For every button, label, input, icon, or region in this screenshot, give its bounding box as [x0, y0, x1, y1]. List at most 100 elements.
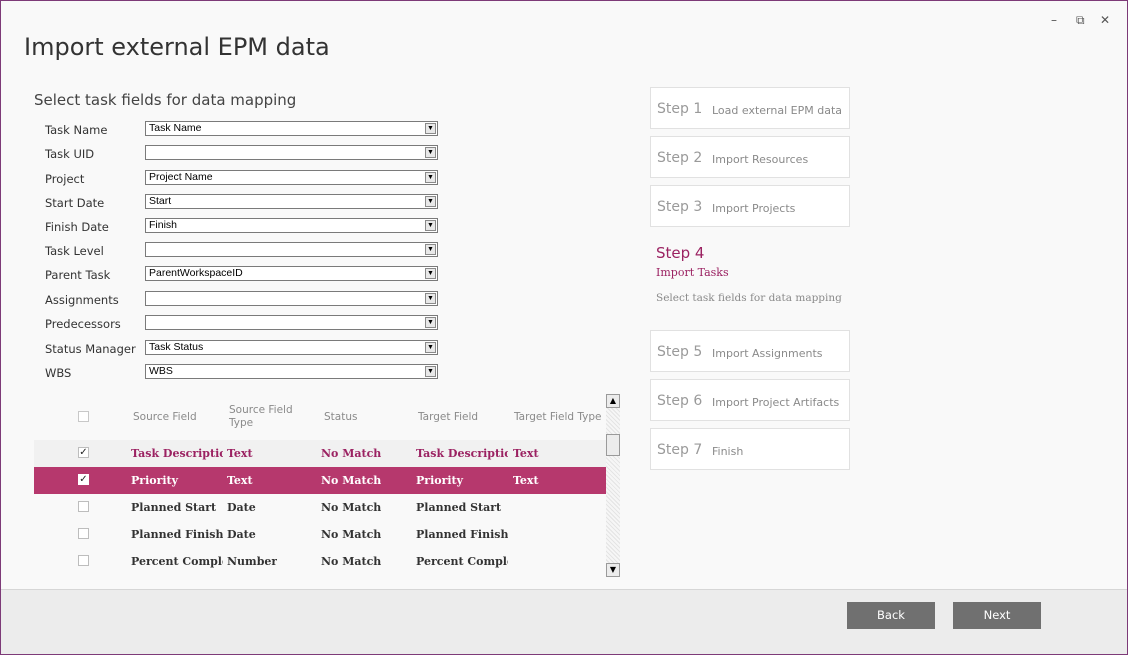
dropdown-arrow-icon[interactable]: ▼: [425, 342, 436, 353]
step-description: Select task fields for data mapping: [656, 292, 842, 304]
select-value: WBS: [149, 365, 173, 377]
row-checkbox[interactable]: ✓: [78, 447, 89, 458]
select-value: Start: [149, 195, 172, 207]
grid-scrollbar[interactable]: ▲ ▼: [606, 394, 620, 577]
finish-date-select[interactable]: Finish ▼: [145, 218, 438, 233]
table-row[interactable]: ✓ Priority Text No Match Priority Text: [34, 467, 606, 494]
select-value: Task Status: [149, 341, 204, 353]
step-number: Step 2: [657, 150, 703, 166]
table-row[interactable]: Percent Comple... Number No Match Percen…: [34, 548, 606, 574]
table-row[interactable]: Planned Finish Date No Match Planned Fin…: [34, 521, 606, 548]
header-source-field: Source Field: [133, 411, 197, 423]
predecessors-select[interactable]: ▼: [145, 315, 438, 330]
field-mapping-grid: Source Field Source Field Type Status Ta…: [34, 394, 606, 574]
row-checkbox[interactable]: [78, 501, 89, 512]
step-number: Step 5: [657, 344, 703, 360]
step-name: Import Project Artifacts: [712, 396, 840, 409]
field-label: Status Manager: [45, 342, 136, 356]
task-level-select[interactable]: ▼: [145, 242, 438, 257]
next-button[interactable]: Next: [953, 602, 1041, 629]
cell-type: Number: [227, 555, 278, 568]
cell-type: Text: [227, 447, 253, 460]
field-label: Task UID: [45, 147, 95, 161]
dropdown-arrow-icon[interactable]: ▼: [425, 268, 436, 279]
cell-target: Planned Finish: [416, 528, 508, 541]
dropdown-arrow-icon[interactable]: ▼: [425, 293, 436, 304]
status-manager-select[interactable]: Task Status ▼: [145, 340, 438, 355]
dropdown-arrow-icon[interactable]: ▼: [425, 220, 436, 231]
dropdown-arrow-icon[interactable]: ▼: [425, 123, 436, 134]
step-6: Step 6 Import Project Artifacts: [650, 379, 850, 421]
step-5: Step 5 Import Assignments: [650, 330, 850, 372]
dropdown-arrow-icon[interactable]: ▼: [425, 172, 436, 183]
field-label: Project: [45, 172, 85, 186]
dropdown-arrow-icon[interactable]: ▼: [425, 196, 436, 207]
dropdown-arrow-icon[interactable]: ▼: [425, 244, 436, 255]
cell-target: Priority: [416, 474, 464, 487]
step-name: Import Resources: [712, 153, 809, 166]
parent-task-select[interactable]: ParentWorkspaceID ▼: [145, 266, 438, 281]
task-uid-select[interactable]: ▼: [145, 145, 438, 160]
header-target-field: Target Field: [418, 411, 479, 423]
minimize-icon[interactable]: –: [1051, 13, 1057, 27]
table-row[interactable]: Planned Start Date No Match Planned Star…: [34, 494, 606, 521]
cell-source: Planned Start: [131, 501, 217, 514]
step-name: Finish: [712, 445, 744, 458]
step-number: Step 3: [657, 199, 703, 215]
select-value: Project Name: [149, 171, 213, 183]
close-icon[interactable]: ✕: [1100, 13, 1110, 27]
restore-icon[interactable]: ⧉: [1076, 13, 1085, 28]
step-number: Step 7: [657, 442, 703, 458]
task-name-select[interactable]: Task Name ▼: [145, 121, 438, 136]
step-number: Step 4: [656, 244, 705, 262]
select-value: Task Name: [149, 122, 202, 134]
field-label: Finish Date: [45, 220, 109, 234]
cell-source: Priority: [131, 474, 179, 487]
dropdown-arrow-icon[interactable]: ▼: [425, 317, 436, 328]
cell-type: Text: [227, 474, 253, 487]
section-heading: Select task fields for data mapping: [34, 91, 297, 109]
project-select[interactable]: Project Name ▼: [145, 170, 438, 185]
step-1: Step 1 Load external EPM data: [650, 87, 850, 129]
cell-target: Task Description: [416, 447, 508, 460]
select-all-checkbox[interactable]: [78, 411, 89, 422]
step-name: Import Tasks: [656, 266, 729, 279]
dropdown-arrow-icon[interactable]: ▼: [425, 147, 436, 158]
dropdown-arrow-icon[interactable]: ▼: [425, 366, 436, 377]
wbs-select[interactable]: WBS ▼: [145, 364, 438, 379]
row-checkbox[interactable]: [78, 528, 89, 539]
import-window: – ⧉ ✕ Import external EPM data Select ta…: [0, 0, 1128, 655]
step-number: Step 6: [657, 393, 703, 409]
cell-type: Date: [227, 528, 256, 541]
grid-header: Source Field Source Field Type Status Ta…: [34, 394, 606, 440]
start-date-select[interactable]: Start ▼: [145, 194, 438, 209]
step-4-active: Step 4 Import Tasks Select task fields f…: [656, 244, 842, 304]
field-label: Predecessors: [45, 317, 121, 331]
field-label: Task Name: [45, 123, 108, 137]
field-label: Start Date: [45, 196, 105, 210]
select-value: Finish: [149, 219, 178, 231]
cell-source: Planned Finish: [131, 528, 223, 541]
cell-source: Percent Comple...: [131, 555, 223, 568]
cell-target: Planned Start: [416, 501, 502, 514]
scroll-down-icon[interactable]: ▼: [606, 563, 620, 577]
step-number: Step 1: [657, 101, 703, 117]
table-row[interactable]: ✓ Task Description Text No Match Task De…: [34, 440, 606, 467]
step-name: Load external EPM data: [712, 104, 842, 117]
select-value: ParentWorkspaceID: [149, 267, 243, 279]
cell-source: Task Description: [131, 447, 223, 460]
assignments-select[interactable]: ▼: [145, 291, 438, 306]
field-label: WBS: [45, 366, 72, 380]
header-status: Status: [324, 411, 358, 423]
row-checkbox[interactable]: [78, 555, 89, 566]
row-checkbox[interactable]: ✓: [78, 474, 89, 485]
cell-status: No Match: [321, 474, 382, 487]
page-title: Import external EPM data: [24, 33, 330, 61]
header-target-field-type: Target Field Type: [514, 411, 602, 423]
scroll-up-icon[interactable]: ▲: [606, 394, 620, 408]
scroll-thumb[interactable]: [606, 434, 620, 456]
field-label: Assignments: [45, 293, 119, 307]
field-label: Parent Task: [45, 268, 111, 282]
cell-status: No Match: [321, 528, 382, 541]
back-button[interactable]: Back: [847, 602, 935, 629]
